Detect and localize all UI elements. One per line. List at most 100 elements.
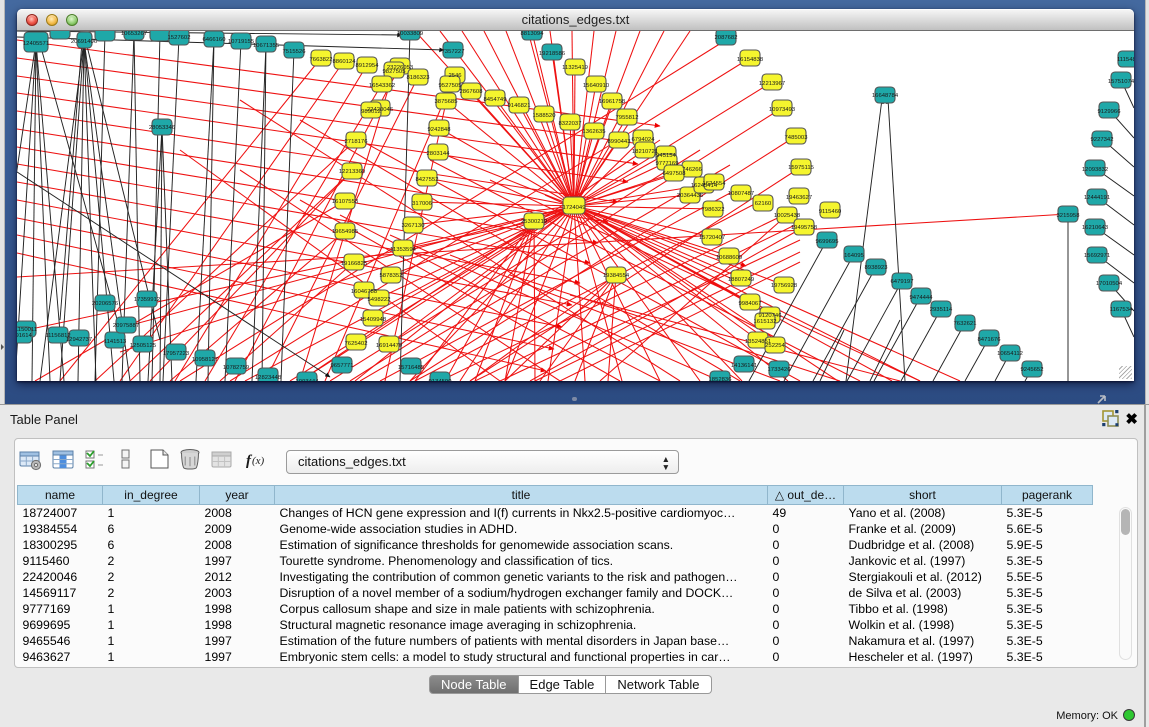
svg-text:9129966: 9129966 [1098,109,1122,115]
svg-text:19166825: 19166825 [341,261,368,267]
svg-text:20691406: 20691406 [71,39,98,45]
svg-text:5878352: 5878352 [380,273,403,279]
svg-text:9699695: 9699695 [816,239,840,245]
svg-text:10025438: 10025438 [774,213,801,219]
svg-text:16543362: 16543362 [369,83,395,89]
svg-text:1115488: 1115488 [1117,57,1134,63]
svg-text:2546: 2546 [448,73,462,79]
svg-text:1141513: 1141513 [104,339,127,345]
svg-text:6479197: 6479197 [891,279,914,285]
svg-text:10654112: 10654112 [997,351,1023,357]
svg-text:1724049: 1724049 [563,205,586,211]
svg-text:16648784: 16648784 [872,93,899,99]
svg-text:8471676: 8471676 [978,337,1002,343]
svg-text:12213967: 12213967 [759,81,785,87]
svg-text:17359912: 17359912 [134,297,160,303]
svg-text:15975115: 15975115 [788,165,814,171]
svg-text:2718176: 2718176 [345,139,369,145]
svg-text:17010504: 17010504 [1096,281,1123,287]
svg-text:10671355: 10671355 [253,43,280,49]
svg-text:164095: 164095 [844,253,864,259]
svg-text:10653267: 10653267 [121,31,147,37]
svg-text:10782759: 10782759 [223,365,249,371]
svg-text:7625402: 7625402 [345,341,368,347]
svg-text:6497508: 6497508 [663,171,687,177]
svg-text:7357227: 7357227 [442,49,465,55]
svg-text:15716485: 15716485 [398,365,425,371]
svg-text:1733426: 1733426 [768,367,792,373]
svg-text:3875685: 3875685 [435,99,459,105]
svg-text:7515526: 7515526 [283,49,307,55]
svg-text:12405571: 12405571 [23,41,49,47]
svg-text:18807249: 18807249 [728,277,754,283]
svg-text:11325419: 11325419 [562,65,588,71]
svg-text:18210721: 18210721 [632,149,658,155]
svg-text:8322037: 8322037 [559,121,582,127]
svg-text:1588520: 1588520 [533,113,557,119]
svg-text:10719155: 10719155 [228,39,255,45]
svg-text:9657771: 9657771 [331,363,354,369]
svg-text:1624554: 1624554 [703,181,727,187]
svg-text:2087682: 2087682 [715,35,738,41]
svg-text:8813094: 8813094 [521,31,545,37]
svg-text:15692971: 15692971 [1084,253,1110,259]
svg-text:16107553: 16107553 [332,199,359,205]
svg-text:62160: 62160 [755,201,772,207]
svg-text:9115460: 9115460 [819,209,842,215]
svg-text:11353594: 11353594 [390,247,416,253]
svg-text:15640910: 15640910 [583,83,610,89]
svg-text:8454749: 8454749 [484,97,507,103]
svg-text:9146821: 9146821 [508,103,531,109]
svg-text:16046788: 16046788 [351,289,378,295]
svg-text:8186323: 8186323 [407,75,431,81]
svg-text:1615132: 1615132 [754,319,777,325]
svg-text:2935114: 2935114 [930,307,953,313]
svg-text:25300219: 25300219 [521,219,547,225]
svg-text:9242848: 9242848 [428,127,452,133]
svg-text:19384554: 19384554 [603,273,630,279]
svg-text:10807487: 10807487 [728,191,754,197]
svg-text:19463627: 19463627 [786,195,812,201]
svg-text:9227342: 9227342 [1091,137,1114,143]
svg-text:1362635: 1362635 [583,129,607,135]
svg-text:2867608: 2867608 [460,89,484,95]
svg-text:317006: 317006 [412,201,432,207]
svg-text:391614: 391614 [17,333,33,339]
svg-text:12213369: 12213369 [339,169,365,175]
svg-text:15751074: 15751074 [1108,79,1134,85]
svg-text:9827505: 9827505 [383,69,407,75]
svg-text:945154: 945154 [656,153,676,159]
svg-text:5498222: 5498222 [368,297,391,303]
svg-text:252254: 252254 [765,343,785,349]
svg-text:16210643: 16210643 [1082,225,1109,231]
svg-text:7485003: 7485003 [785,135,809,141]
svg-text:1852836: 1852836 [709,377,733,381]
svg-text:12823448: 12823448 [255,375,282,381]
svg-text:9984067: 9984067 [739,301,762,307]
svg-text:15720407: 15720407 [699,235,725,241]
svg-text:8427552: 8427552 [416,177,439,183]
svg-text:14136141: 14136141 [731,363,757,369]
svg-text:10688609: 10688609 [716,255,742,261]
svg-text:3267130: 3267130 [402,223,426,229]
svg-text:10973493: 10973493 [769,107,796,113]
svg-text:19756928: 19756928 [771,283,798,289]
svg-text:9474444: 9474444 [910,295,934,301]
svg-text:7986322: 7986322 [702,207,725,213]
svg-text:16154838: 16154838 [737,57,764,63]
svg-text:8860124: 8860124 [333,59,357,65]
svg-text:7663822: 7663822 [310,57,333,63]
svg-text:19654985: 19654985 [332,229,359,235]
svg-text:20975887: 20975887 [113,323,139,329]
svg-text:12093832: 12093832 [1082,167,1108,173]
svg-text:12444191: 12444191 [1084,195,1110,201]
svg-text:12942737: 12942737 [66,337,92,343]
svg-text:8912954: 8912954 [356,63,380,69]
svg-text:16961758: 16961758 [599,99,626,105]
svg-text:10958127: 10958127 [192,357,218,363]
svg-text:8938923: 8938923 [865,265,889,271]
svg-text:9777169: 9777169 [656,161,679,167]
svg-text:28053346: 28053346 [149,125,176,131]
svg-text:1093444: 1093444 [296,379,320,381]
svg-text:7955812: 7955812 [616,115,639,121]
